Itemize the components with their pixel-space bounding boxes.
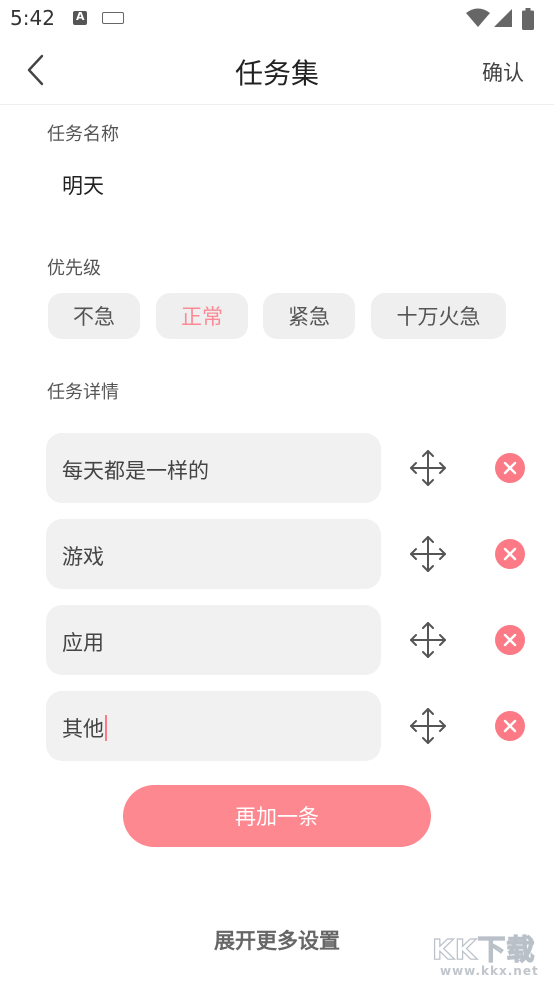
signal-icon xyxy=(494,9,512,27)
confirm-button[interactable]: 确认 xyxy=(482,57,524,87)
keyboard-icon xyxy=(102,12,124,24)
drag-move-icon[interactable] xyxy=(409,621,447,659)
status-time: 5:42 xyxy=(10,6,55,30)
status-icons xyxy=(466,8,546,30)
detail-input-1[interactable]: 每天都是一样的 xyxy=(46,433,381,503)
detail-text: 游戏 xyxy=(62,545,104,569)
detail-text: 应用 xyxy=(62,631,104,655)
drag-move-icon[interactable] xyxy=(409,449,447,487)
remove-icon[interactable] xyxy=(495,625,525,655)
page-title: 任务集 xyxy=(234,57,319,90)
priority-option-normal[interactable]: 正常 xyxy=(156,293,248,339)
priority-option-not-urgent[interactable]: 不急 xyxy=(48,293,140,339)
detail-input-2[interactable]: 游戏 xyxy=(46,519,381,589)
watermark-main: KK下载 xyxy=(431,932,536,966)
watermark-logo: KK下载 www.kkx.net xyxy=(431,928,552,982)
add-item-button[interactable]: 再加一条 xyxy=(123,785,431,847)
priority-option-extremely-urgent[interactable]: 十万火急 xyxy=(371,293,506,339)
task-details-label: 任务详情 xyxy=(47,382,119,403)
remove-icon[interactable] xyxy=(495,711,525,741)
text-cursor xyxy=(105,715,107,741)
task-name-input[interactable]: 明天 xyxy=(62,170,104,200)
input-method-icon xyxy=(73,10,87,25)
detail-input-3[interactable]: 应用 xyxy=(46,605,381,675)
detail-input-4[interactable]: 其他 xyxy=(46,691,381,761)
detail-text-focused: 其他 xyxy=(62,713,107,743)
status-bar: 5:42 xyxy=(0,0,554,38)
detail-text: 每天都是一样的 xyxy=(62,459,209,483)
drag-move-icon[interactable] xyxy=(409,535,447,573)
header: 任务集 确认 xyxy=(0,38,554,105)
battery-icon xyxy=(522,8,534,30)
priority-label: 优先级 xyxy=(47,258,101,279)
task-name-label: 任务名称 xyxy=(47,124,119,145)
remove-icon[interactable] xyxy=(495,453,525,483)
drag-move-icon[interactable] xyxy=(409,707,447,745)
remove-icon[interactable] xyxy=(495,539,525,569)
watermark-sub: www.kkx.net xyxy=(440,964,539,978)
wifi-icon xyxy=(466,8,490,27)
priority-option-urgent[interactable]: 紧急 xyxy=(263,293,355,339)
detail-text: 其他 xyxy=(62,717,104,741)
